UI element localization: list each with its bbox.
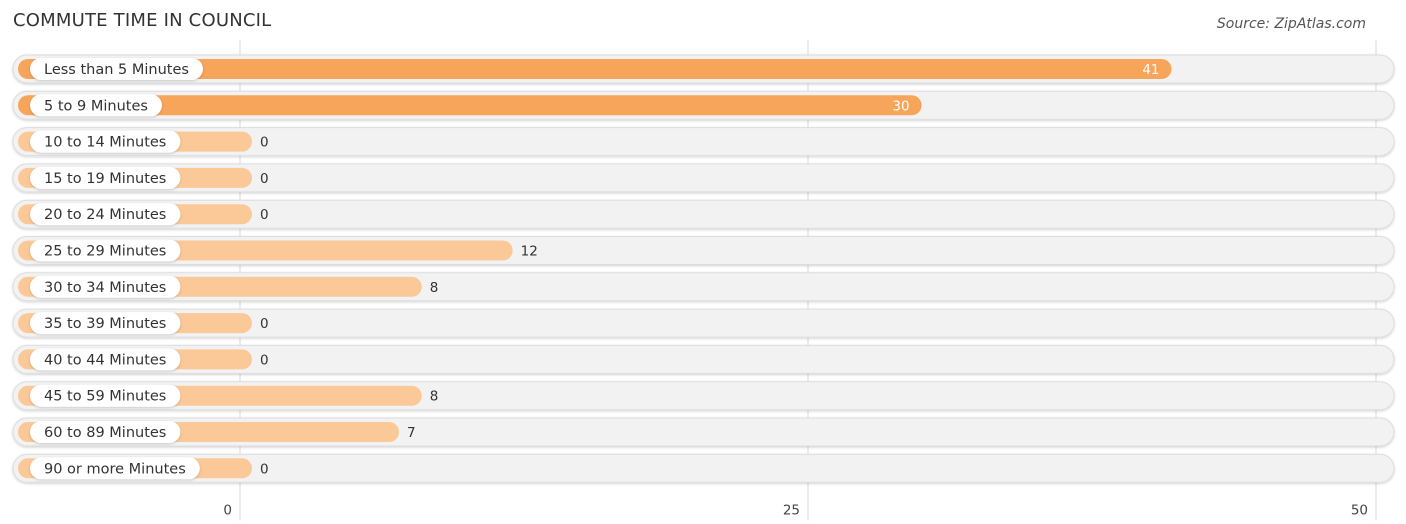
bar-row: 25 to 29 Minutes 12 bbox=[12, 236, 1395, 265]
bar-row: 60 to 89 Minutes 7 bbox=[12, 417, 1395, 447]
category-label: 30 to 34 Minutes bbox=[44, 280, 166, 296]
category-label: 60 to 89 Minutes bbox=[44, 425, 166, 441]
bar-row: 45 to 59 Minutes 8 bbox=[12, 381, 1395, 411]
value-label: 0 bbox=[260, 352, 269, 368]
bar-row: 35 to 39 Minutes 0 bbox=[12, 308, 1395, 338]
bar-row: 40 to 44 Minutes 0 bbox=[12, 344, 1395, 374]
bar-row: 20 to 24 Minutes 0 bbox=[12, 199, 1395, 229]
bar-rows: Less than 5 Minutes 41 5 to 9 Minutes 30 10 … bbox=[12, 54, 1395, 483]
value-label: 0 bbox=[260, 135, 269, 151]
category-label: 20 to 24 Minutes bbox=[44, 207, 166, 223]
value-label: 0 bbox=[260, 207, 269, 223]
category-label: Less than 5 Minutes bbox=[44, 62, 189, 78]
value-label: 8 bbox=[430, 389, 439, 405]
bar-row: 15 to 19 Minutes 0 bbox=[12, 163, 1395, 193]
category-label: 25 to 29 Minutes bbox=[44, 244, 166, 260]
x-tick-label: 0 bbox=[223, 503, 232, 519]
category-label: 40 to 44 Minutes bbox=[44, 352, 166, 368]
category-label: 45 to 59 Minutes bbox=[44, 389, 166, 405]
bar-row: 90 or more Minutes 0 bbox=[12, 453, 1395, 483]
category-label: 5 to 9 Minutes bbox=[44, 98, 148, 114]
value-label: 0 bbox=[260, 461, 269, 477]
x-tick-label: 25 bbox=[783, 503, 800, 519]
value-label: 0 bbox=[260, 171, 269, 187]
bar-row: Less than 5 Minutes 41 bbox=[12, 54, 1395, 84]
x-tick-label: 50 bbox=[1351, 503, 1368, 519]
bar-chart: Less than 5 Minutes 41 5 to 9 Minutes 30 10 … bbox=[12, 40, 1395, 521]
category-label: 90 or more Minutes bbox=[44, 461, 186, 477]
bar-row: 5 to 9 Minutes 30 bbox=[12, 90, 1395, 120]
value-label: 8 bbox=[430, 280, 439, 296]
bar-row: 30 to 34 Minutes 8 bbox=[12, 272, 1395, 302]
category-label: 15 to 19 Minutes bbox=[44, 171, 166, 187]
category-label: 10 to 14 Minutes bbox=[44, 135, 166, 151]
value-label: 7 bbox=[407, 425, 416, 441]
x-axis-ticks: 0 25 50 bbox=[223, 503, 1368, 519]
value-label: 12 bbox=[521, 244, 538, 260]
bar-row: 10 to 14 Minutes 0 bbox=[12, 127, 1395, 157]
value-label: 0 bbox=[260, 316, 269, 332]
value-label: 41 bbox=[1142, 62, 1159, 78]
value-label: 30 bbox=[892, 98, 909, 114]
category-label: 35 to 39 Minutes bbox=[44, 316, 166, 332]
